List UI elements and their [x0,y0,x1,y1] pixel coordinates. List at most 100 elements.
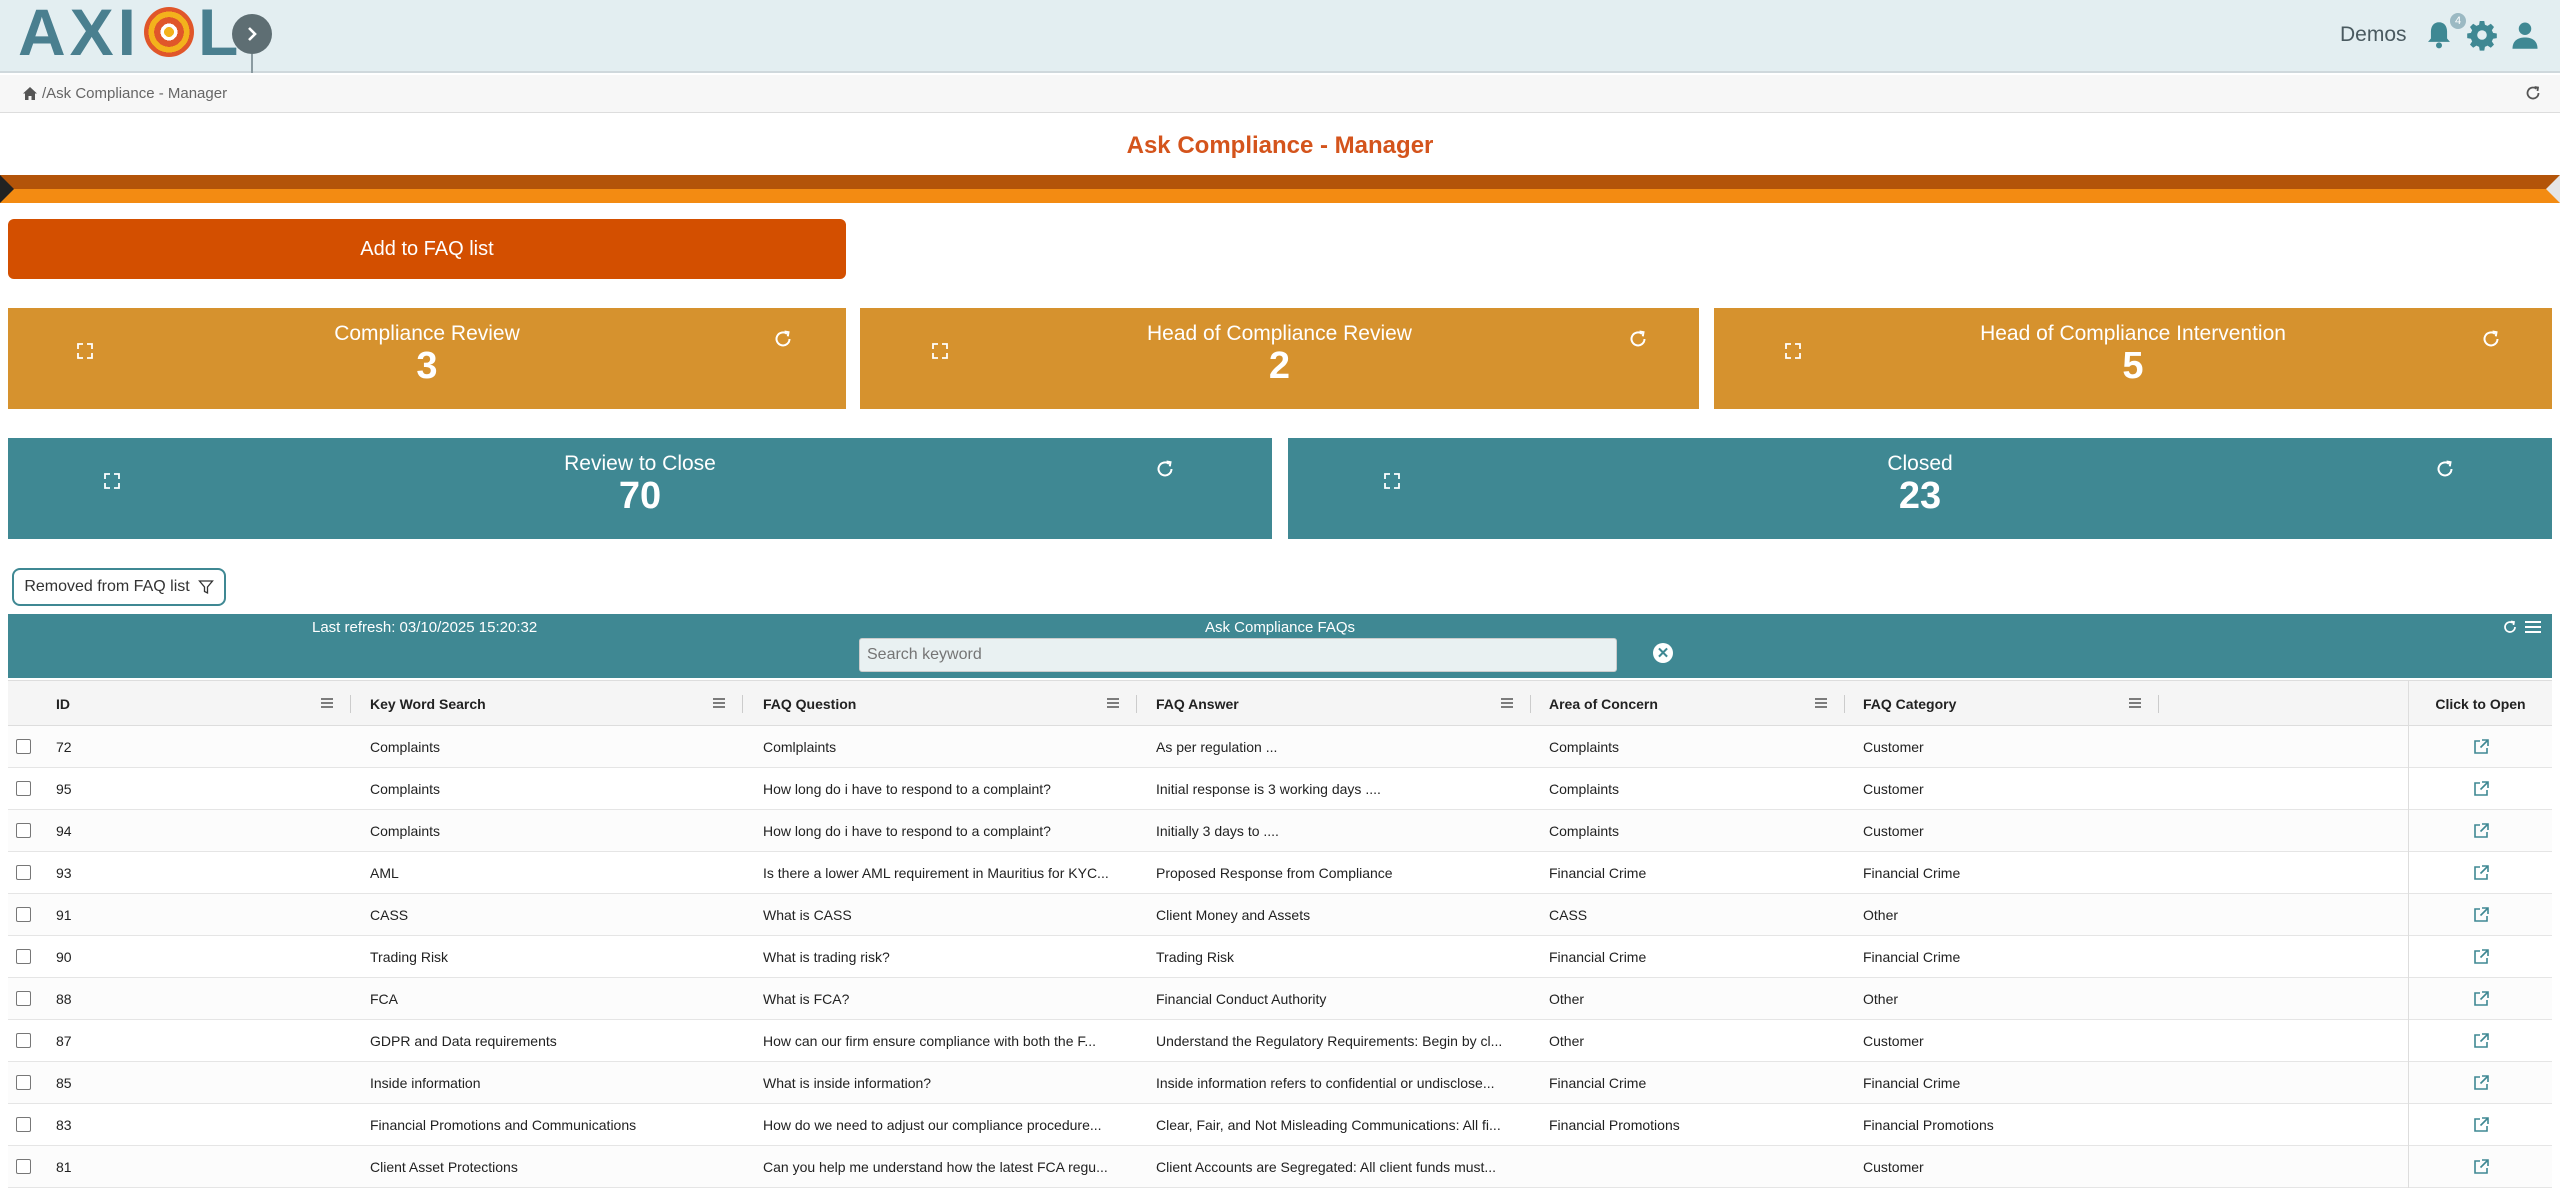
row-checkbox[interactable] [16,823,31,838]
column-menu-icon[interactable] [1814,697,1828,709]
expand-icon[interactable] [1382,471,1402,491]
card-review-to-close[interactable]: Review to Close 70 [8,438,1272,539]
column-header-answer[interactable]: FAQ Answer [1156,681,1239,727]
open-external-icon[interactable] [2472,780,2490,798]
expand-icon[interactable] [930,341,950,361]
open-cell [2408,726,2552,768]
expand-icon[interactable] [102,471,122,491]
clear-search-icon[interactable]: ✕ [1653,643,1673,663]
open-external-icon[interactable] [2472,990,2490,1008]
open-external-icon[interactable] [2472,1074,2490,1092]
column-menu-icon[interactable] [2128,697,2142,709]
open-cell [2408,852,2552,894]
cell-area: Complaints [1549,739,1620,755]
card-compliance-review[interactable]: Compliance Review 3 [8,308,846,409]
column-header-keyword[interactable]: Key Word Search [370,681,486,727]
removed-from-faq-filter-button[interactable]: Removed from FAQ list [12,568,226,606]
open-external-icon[interactable] [2472,822,2490,840]
cell-answer: Financial Conduct Authority [1156,991,1327,1007]
open-external-icon[interactable] [2472,1158,2490,1176]
table-row[interactable]: 95 Complaints How long do i have to respon… [8,768,2552,810]
filter-button-label: Removed from FAQ list [24,578,190,595]
column-menu-icon[interactable] [712,697,726,709]
cell-keyword: Inside information [370,1075,481,1091]
header-stripe-dark [0,175,2560,189]
refresh-icon[interactable] [772,328,794,350]
row-checkbox[interactable] [16,1075,31,1090]
row-checkbox[interactable] [16,1117,31,1132]
cell-question: What is FCA? [763,991,850,1007]
table-row[interactable]: 87 GDPR and Data requirements How can our … [8,1020,2552,1062]
gear-icon [2467,21,2497,51]
open-external-icon[interactable] [2472,738,2490,756]
open-external-icon[interactable] [2472,1116,2490,1134]
cell-id: 88 [56,991,72,1007]
sidebar-toggle-button[interactable] [232,14,272,54]
cell-area: Complaints [1549,823,1620,839]
column-menu-icon[interactable] [1500,697,1514,709]
cell-id: 94 [56,823,72,839]
card-head-of-compliance-intervention[interactable]: Head of Compliance Intervention 5 [1714,308,2552,409]
table-row[interactable]: 94 Complaints How long do i have to respon… [8,810,2552,852]
cell-category: Customer [1863,1159,1924,1175]
cell-keyword: Complaints [370,781,441,797]
cell-question: How long do i have to respond to a compl… [763,823,1051,839]
table-row[interactable]: 85 Inside information What is inside infor… [8,1062,2552,1104]
column-header-area[interactable]: Area of Concern [1549,681,1658,727]
table-row[interactable]: 72 Complaints Comlplaints As per regulation… [8,726,2552,768]
refresh-icon[interactable] [1154,458,1176,480]
column-menu-icon[interactable] [1106,697,1120,709]
refresh-icon[interactable] [2480,328,2502,350]
table-row[interactable]: 90 Trading Risk What is trading risk? Tradi… [8,936,2552,978]
row-checkbox[interactable] [16,1159,31,1174]
open-external-icon[interactable] [2472,864,2490,882]
axiol-logo[interactable]: AXI L [18,0,242,69]
table-row[interactable]: 93 AML Is there a lower AML requirement in… [8,852,2552,894]
cell-area: Complaints [1549,781,1620,797]
home-icon[interactable] [22,86,38,101]
column-header-question[interactable]: FAQ Question [763,681,856,727]
row-checkbox[interactable] [16,949,31,964]
cell-category: Customer [1863,781,1924,797]
cell-area: Financial Crime [1549,865,1647,881]
cell-area: Financial Promotions [1549,1117,1680,1133]
row-checkbox[interactable] [16,865,31,880]
stripe-right-arrow [2546,175,2560,203]
table-row[interactable]: 83 Financial Promotions and Communication… [8,1104,2552,1146]
expand-icon[interactable] [1783,341,1803,361]
column-header-category[interactable]: FAQ Category [1863,681,1956,727]
user-name[interactable]: Demos [2340,23,2407,47]
cell-area: CASS [1549,907,1588,923]
open-cell [2408,936,2552,978]
column-header-id[interactable]: ID [56,681,70,727]
card-closed[interactable]: Closed 23 [1288,438,2552,539]
cell-question: How do we need to adjust our compliance … [763,1117,1102,1133]
open-external-icon[interactable] [2472,906,2490,924]
grid-menu-icon[interactable] [2524,619,2542,635]
search-input[interactable] [859,638,1617,672]
row-checkbox[interactable] [16,1033,31,1048]
settings-button[interactable] [2465,18,2499,52]
open-cell [2408,810,2552,852]
row-checkbox[interactable] [16,991,31,1006]
page-refresh-icon[interactable] [2524,84,2542,106]
row-checkbox[interactable] [16,781,31,796]
logo-text-a: AXI [18,0,141,69]
cell-question: What is inside information? [763,1075,932,1091]
expand-icon[interactable] [75,341,95,361]
add-to-faq-button[interactable]: Add to FAQ list [8,219,846,279]
card-head-of-compliance-review[interactable]: Head of Compliance Review 2 [860,308,1699,409]
row-checkbox[interactable] [16,739,31,754]
open-external-icon[interactable] [2472,1032,2490,1050]
refresh-icon[interactable] [2434,458,2456,480]
cell-id: 95 [56,781,72,797]
table-row[interactable]: 81 Client Asset Protections Can you help m… [8,1146,2552,1188]
column-menu-icon[interactable] [320,697,334,709]
user-profile-button[interactable] [2508,18,2542,52]
table-row[interactable]: 88 FCA What is FCA? Financial Conduct Autho… [8,978,2552,1020]
grid-refresh-icon[interactable] [2502,619,2518,635]
row-checkbox[interactable] [16,907,31,922]
table-row[interactable]: 91 CASS What is CASS Client Money and Asset… [8,894,2552,936]
open-external-icon[interactable] [2472,948,2490,966]
refresh-icon[interactable] [1627,328,1649,350]
